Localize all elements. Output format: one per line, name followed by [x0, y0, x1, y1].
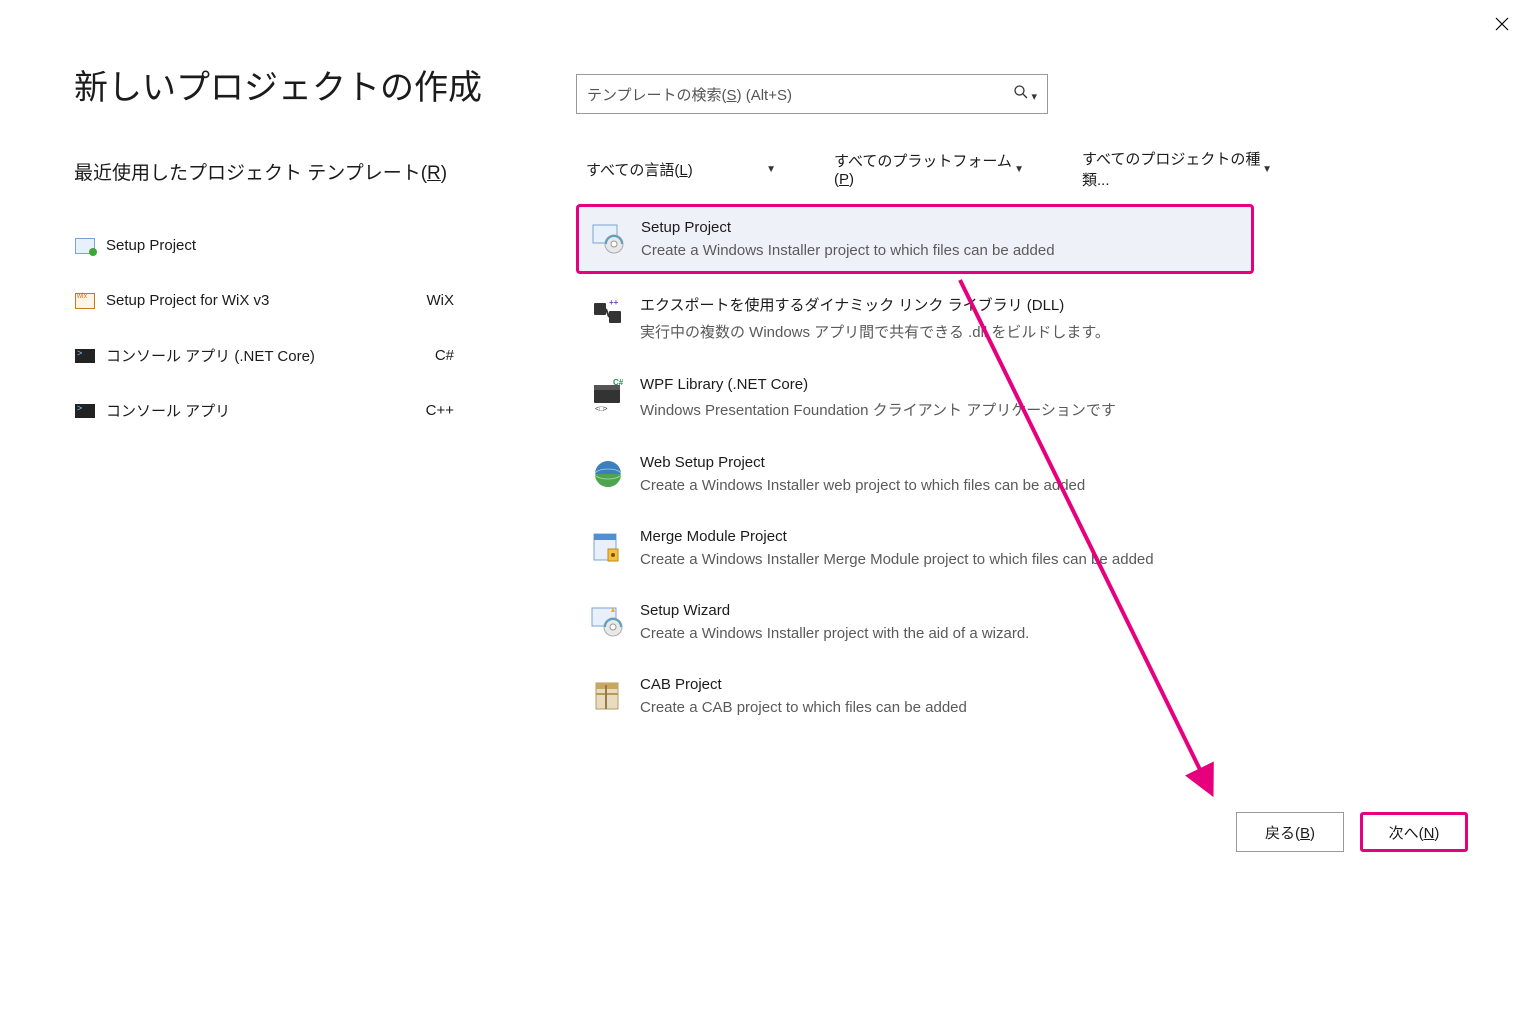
svg-text:<□>: <□>	[595, 406, 607, 413]
svg-text:++: ++	[609, 298, 619, 307]
dll-icon: ++	[590, 296, 626, 332]
footer-buttons: 戻る(B) 次へ(N)	[1236, 812, 1468, 852]
wpf-library-icon: C# <□>	[590, 378, 626, 414]
recent-template-name: Setup Project for WiX v3	[106, 292, 427, 309]
template-name: Merge Module Project	[640, 528, 1154, 545]
template-name: エクスポートを使用するダイナミック リンク ライブラリ (DLL)	[640, 294, 1110, 315]
template-description: Create a Windows Installer project to wh…	[641, 242, 1055, 259]
close-icon	[1495, 17, 1509, 36]
back-button[interactable]: 戻る(B)	[1236, 812, 1344, 852]
template-description: Create a Windows Installer project with …	[640, 625, 1029, 642]
chevron-down-icon: ▼	[1262, 164, 1272, 175]
svg-text:C#: C#	[613, 379, 624, 387]
template-description: Create a Windows Installer Merge Module …	[640, 551, 1154, 568]
close-button[interactable]	[1490, 14, 1514, 38]
recent-template-name: Setup Project	[106, 237, 454, 254]
template-item-wpf-library[interactable]: C# <□> WPF Library (.NET Core) Windows P…	[576, 362, 1254, 434]
recent-template-name: コンソール アプリ	[106, 400, 426, 421]
template-name: Setup Project	[641, 219, 1055, 236]
recent-template-tag: WiX	[427, 292, 455, 309]
search-icon[interactable]: ▾	[1013, 84, 1037, 104]
template-item-dll-export[interactable]: ++ エクスポートを使用するダイナミック リンク ライブラリ (DLL) 実行中…	[576, 280, 1254, 356]
search-input[interactable]: テンプレートの検索(S) (Alt+S) ▾	[576, 74, 1048, 114]
setup-wizard-icon	[590, 604, 626, 640]
template-list: Setup Project Create a Windows Installer…	[576, 204, 1254, 736]
template-name: CAB Project	[640, 676, 967, 693]
template-item-setup-wizard[interactable]: Setup Wizard Create a Windows Installer …	[576, 588, 1254, 656]
merge-module-icon	[590, 530, 626, 566]
filter-bar: すべての言語(L) ▼ すべてのプラットフォーム(P) ▼ すべてのプロジェクト…	[576, 152, 1282, 186]
recent-template-name: コンソール アプリ (.NET Core)	[106, 345, 435, 366]
recent-template-item[interactable]: コンソール アプリ (.NET Core) C#	[74, 328, 474, 383]
next-button[interactable]: 次へ(N)	[1360, 812, 1468, 852]
recent-template-tag: C++	[426, 402, 454, 419]
cab-project-icon	[590, 678, 626, 714]
template-item-setup-project[interactable]: Setup Project Create a Windows Installer…	[576, 204, 1254, 274]
console-app-icon	[74, 400, 96, 422]
console-app-icon	[74, 345, 96, 367]
template-item-cab-project[interactable]: CAB Project Create a CAB project to whic…	[576, 662, 1254, 730]
filter-project-type[interactable]: すべてのプロジェクトの種類... ▼	[1072, 152, 1282, 186]
setup-project-icon	[74, 235, 96, 257]
recent-template-item[interactable]: Setup Project for WiX v3 WiX	[74, 273, 474, 328]
template-description: 実行中の複数の Windows アプリ間で共有できる .dll をビルドします。	[640, 321, 1110, 342]
filter-language[interactable]: すべての言語(L) ▼	[576, 152, 786, 186]
template-item-web-setup[interactable]: Web Setup Project Create a Windows Insta…	[576, 440, 1254, 508]
recent-templates-heading: 最近使用したプロジェクト テンプレート(R)	[74, 158, 447, 185]
filter-platform[interactable]: すべてのプラットフォーム(P) ▼	[824, 152, 1034, 186]
search-placeholder: テンプレートの検索(S) (Alt+S)	[587, 84, 1013, 105]
recent-template-tag: C#	[435, 347, 454, 364]
template-name: WPF Library (.NET Core)	[640, 376, 1116, 393]
template-name: Setup Wizard	[640, 602, 1029, 619]
chevron-down-icon: ▼	[1014, 164, 1024, 175]
page-title: 新しいプロジェクトの作成	[74, 60, 482, 109]
setup-project-icon	[591, 221, 627, 257]
recent-template-item[interactable]: コンソール アプリ C++	[74, 383, 474, 438]
recent-template-item[interactable]: Setup Project	[74, 218, 474, 273]
web-setup-icon	[590, 456, 626, 492]
template-description: Create a CAB project to which files can …	[640, 699, 967, 716]
wix-project-icon	[74, 290, 96, 312]
chevron-down-icon: ▼	[766, 164, 776, 175]
template-description: Create a Windows Installer web project t…	[640, 477, 1085, 494]
recent-templates-list: Setup Project Setup Project for WiX v3 W…	[74, 218, 474, 438]
template-item-merge-module[interactable]: Merge Module Project Create a Windows In…	[576, 514, 1254, 582]
template-name: Web Setup Project	[640, 454, 1085, 471]
template-description: Windows Presentation Foundation クライアント ア…	[640, 399, 1116, 420]
